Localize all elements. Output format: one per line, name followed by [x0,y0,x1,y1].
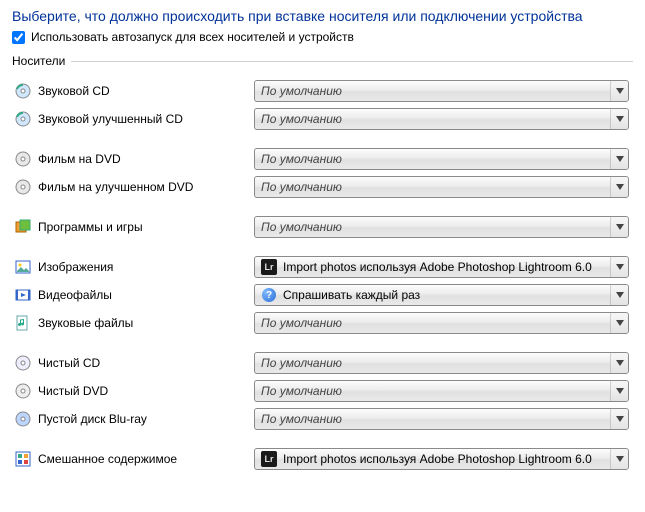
media-label: Звуковые файлы [34,316,254,330]
combobox-value: По умолчанию [261,180,610,194]
media-row: Смешанное содержимое Lr Import photos ис… [12,446,633,472]
media-row: Чистый CD По умолчанию [12,350,633,376]
help-icon: ? [261,287,277,303]
media-label: Пустой диск Blu-ray [34,412,254,426]
action-combobox[interactable]: По умолчанию [254,352,629,374]
media-row: Звуковой CD По умолчанию [12,78,633,104]
combobox-value: По умолчанию [261,356,610,370]
combobox-value: Import photos используя Adobe Photoshop … [283,452,610,466]
lightroom-icon: Lr [261,451,277,467]
combobox-value: Спрашивать каждый раз [283,288,610,302]
media-label: Чистый DVD [34,384,254,398]
autoplay-checkbox-label[interactable]: Использовать автозапуск для всех носител… [31,30,354,44]
action-combobox[interactable]: Lr Import photos используя Adobe Photosh… [254,256,629,278]
media-row: Чистый DVD По умолчанию [12,378,633,404]
action-combobox[interactable]: По умолчанию [254,80,629,102]
bluray-icon [12,411,34,427]
media-row: Звуковые файлы По умолчанию [12,310,633,336]
media-label: Фильм на улучшенном DVD [34,180,254,194]
action-combobox[interactable]: Lr Import photos используя Adobe Photosh… [254,448,629,470]
chevron-down-icon[interactable] [610,109,628,129]
lightroom-icon: Lr [261,259,277,275]
dvd-icon [12,151,34,167]
chevron-down-icon[interactable] [610,217,628,237]
media-label: Звуковой CD [34,84,254,98]
chevron-down-icon[interactable] [610,285,628,305]
combobox-value: По умолчанию [261,220,610,234]
action-combobox[interactable]: По умолчанию [254,380,629,402]
combobox-value: По умолчанию [261,112,610,126]
software-icon [12,219,34,235]
music-file-icon [12,315,34,331]
media-row: Видеофайлы ? Спрашивать каждый раз [12,282,633,308]
media-row: Пустой диск Blu-ray По умолчанию [12,406,633,432]
media-label: Программы и игры [34,220,254,234]
divider [71,61,633,62]
chevron-down-icon[interactable] [610,149,628,169]
group-title-text: Носители [12,54,65,68]
combobox-value: По умолчанию [261,384,610,398]
video-icon [12,287,34,303]
autoplay-checkbox[interactable] [12,31,25,44]
mixed-icon [12,451,34,467]
pictures-icon [12,259,34,275]
media-row: Звуковой улучшенный CD По умолчанию [12,106,633,132]
media-row: Фильм на улучшенном DVD По умолчанию [12,174,633,200]
blank-dvd-icon [12,383,34,399]
chevron-down-icon[interactable] [610,409,628,429]
chevron-down-icon[interactable] [610,257,628,277]
combobox-value: По умолчанию [261,84,610,98]
combobox-value: По умолчанию [261,412,610,426]
combobox-value: По умолчанию [261,152,610,166]
media-label: Звуковой улучшенный CD [34,112,254,126]
media-row: Фильм на DVD По умолчанию [12,146,633,172]
media-label: Чистый CD [34,356,254,370]
media-label: Смешанное содержимое [34,452,254,466]
audio-cd-icon [12,83,34,99]
chevron-down-icon[interactable] [610,353,628,373]
chevron-down-icon[interactable] [610,177,628,197]
action-combobox[interactable]: По умолчанию [254,108,629,130]
combobox-value: По умолчанию [261,316,610,330]
action-combobox[interactable]: По умолчанию [254,148,629,170]
audio-cd-icon [12,111,34,127]
group-title-media: Носители [12,54,633,68]
media-row: Программы и игры По умолчанию [12,214,633,240]
action-combobox[interactable]: По умолчанию [254,312,629,334]
page-title: Выберите, что должно происходить при вст… [12,8,633,24]
chevron-down-icon[interactable] [610,381,628,401]
media-row: Изображения Lr Import photos используя A… [12,254,633,280]
action-combobox[interactable]: ? Спрашивать каждый раз [254,284,629,306]
autoplay-checkbox-row: Использовать автозапуск для всех носител… [12,30,633,44]
combobox-value: Import photos используя Adobe Photoshop … [283,260,610,274]
action-combobox[interactable]: По умолчанию [254,408,629,430]
chevron-down-icon[interactable] [610,313,628,333]
media-label: Фильм на DVD [34,152,254,166]
blank-cd-icon [12,355,34,371]
media-label: Изображения [34,260,254,274]
chevron-down-icon[interactable] [610,449,628,469]
action-combobox[interactable]: По умолчанию [254,176,629,198]
dvd-icon [12,179,34,195]
action-combobox[interactable]: По умолчанию [254,216,629,238]
chevron-down-icon[interactable] [610,81,628,101]
media-label: Видеофайлы [34,288,254,302]
